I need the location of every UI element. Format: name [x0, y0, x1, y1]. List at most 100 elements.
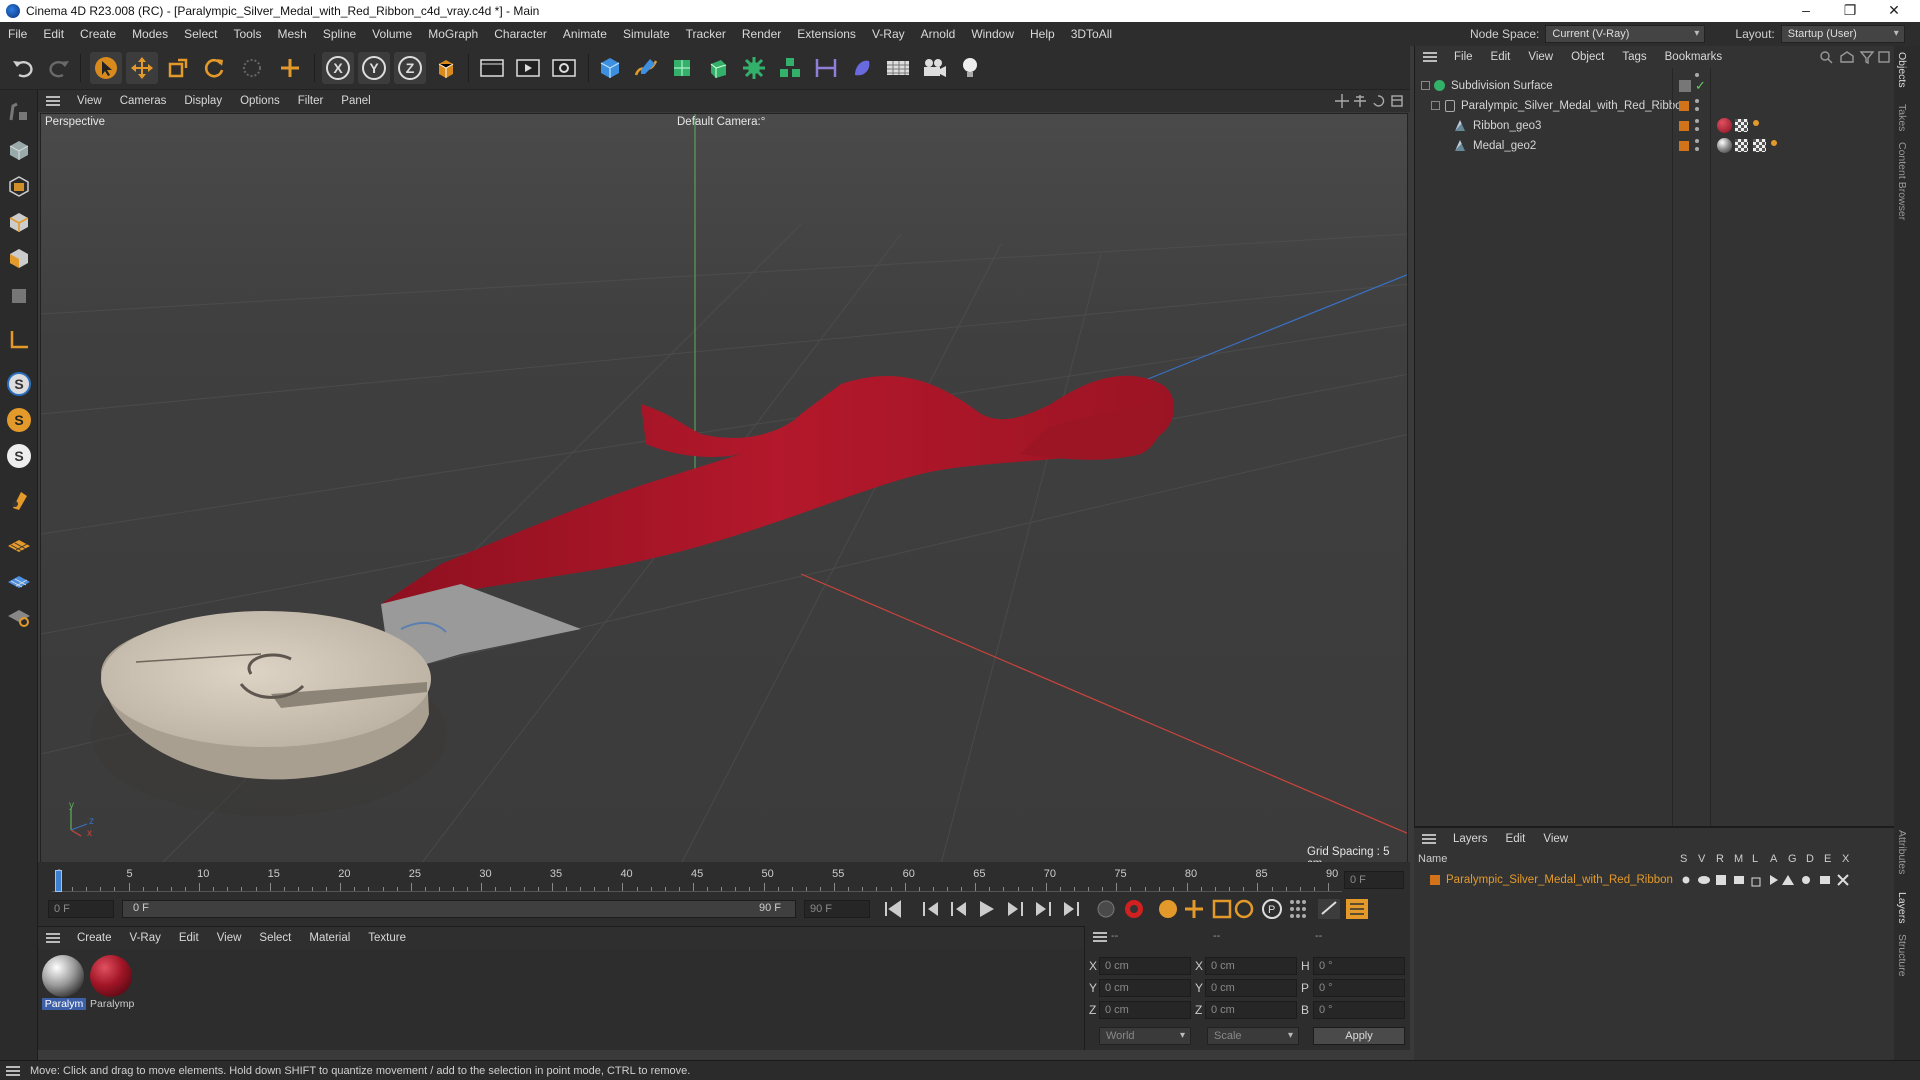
menu-extensions[interactable]: Extensions	[789, 27, 864, 41]
viewport-menu-icon[interactable]	[46, 96, 60, 106]
pen-icon[interactable]	[630, 52, 662, 84]
end-frame-field[interactable]: 90 F	[804, 900, 870, 918]
menu-create[interactable]: Create	[72, 27, 124, 41]
coordinate-system-icon[interactable]	[430, 52, 462, 84]
floor-icon[interactable]	[882, 52, 914, 84]
current-frame-field[interactable]: 0 F	[1344, 871, 1404, 889]
menu-spline[interactable]: Spline	[315, 27, 364, 41]
menu-select[interactable]: Select	[176, 27, 225, 41]
close-button[interactable]: ✕	[1872, 0, 1916, 22]
menu-mesh[interactable]: Mesh	[269, 27, 314, 41]
select-cursor-icon[interactable]	[90, 52, 122, 84]
vp-menu-options[interactable]: Options	[231, 95, 289, 107]
points-mode-icon[interactable]	[3, 170, 35, 202]
menu-character[interactable]: Character	[486, 27, 555, 41]
layer-menu-layers[interactable]: Layers	[1444, 833, 1497, 845]
menu-3dtoall[interactable]: 3DToAll	[1063, 27, 1120, 41]
material-swatch[interactable]: Paralymp	[90, 955, 134, 1015]
material-swatch[interactable]: Paralym	[42, 955, 86, 1015]
layer-menu-edit[interactable]: Edit	[1497, 833, 1535, 845]
object-row[interactable]: Paralympic_Silver_Medal_with_Red_Ribbon	[1415, 96, 1895, 116]
snap-s2-icon[interactable]: S	[3, 404, 35, 436]
layout-dropdown[interactable]: Startup (User)	[1780, 25, 1905, 43]
pos-y-field[interactable]: 0 cm	[1099, 979, 1191, 997]
material-menu-icon[interactable]	[46, 933, 60, 943]
tab-structure[interactable]: Structure	[1896, 934, 1908, 977]
cube-icon[interactable]	[594, 52, 626, 84]
y-axis-icon[interactable]: Y	[358, 52, 390, 84]
tab-objects[interactable]: Objects	[1896, 52, 1908, 88]
model-mode-icon[interactable]	[3, 96, 35, 128]
menu-edit[interactable]: Edit	[35, 27, 72, 41]
menu-file[interactable]: File	[0, 27, 35, 41]
magnet-icon[interactable]	[3, 484, 35, 516]
redo-icon[interactable]	[42, 52, 74, 84]
enabled-check-icon[interactable]: ✓	[1695, 76, 1706, 96]
menu-arnold[interactable]: Arnold	[913, 27, 964, 41]
menu-help[interactable]: Help	[1022, 27, 1063, 41]
menu-tools[interactable]: Tools	[225, 27, 269, 41]
expand-toggle[interactable]	[1431, 101, 1440, 110]
obj-menu-object[interactable]: Object	[1562, 51, 1613, 63]
mat-menu-create[interactable]: Create	[68, 932, 121, 944]
vp-menu-cameras[interactable]: Cameras	[111, 95, 176, 107]
mat-menu-select[interactable]: Select	[250, 932, 300, 944]
polygons-mode-icon[interactable]	[3, 242, 35, 274]
render-settings-icon[interactable]	[548, 52, 580, 84]
x-axis-icon[interactable]: X	[322, 52, 354, 84]
vray-tag-icon[interactable]	[1753, 139, 1766, 152]
move-icon[interactable]	[126, 52, 158, 84]
expand-toggle[interactable]	[1421, 81, 1430, 90]
vp-menu-panel[interactable]: Panel	[332, 95, 379, 107]
mat-menu-texture[interactable]: Texture	[359, 932, 415, 944]
status-menu-icon[interactable]	[6, 1065, 20, 1076]
mat-menu-edit[interactable]: Edit	[170, 932, 208, 944]
size-z-field[interactable]: 0 cm	[1205, 1001, 1297, 1019]
layer-color-swatch[interactable]	[1430, 875, 1440, 885]
minimize-button[interactable]: –	[1784, 0, 1828, 22]
timeline-playhead[interactable]	[55, 870, 62, 892]
extrude-icon[interactable]	[702, 52, 734, 84]
texture-tag-icon[interactable]	[1771, 140, 1777, 146]
obj-menu-tags[interactable]: Tags	[1613, 51, 1655, 63]
material-tag-icon[interactable]	[1717, 118, 1732, 133]
vray-tag-icon[interactable]	[1735, 119, 1748, 132]
apply-button[interactable]: Apply	[1313, 1027, 1405, 1045]
texture-mode-icon[interactable]	[3, 134, 35, 166]
viewport-nav-icons[interactable]	[1334, 93, 1406, 109]
menu-vray[interactable]: V-Ray	[864, 27, 913, 41]
size-y-field[interactable]: 0 cm	[1205, 979, 1297, 997]
timeline-ruler[interactable]: 051015202530354045505560657075808590	[52, 868, 1342, 892]
frame-range-slider[interactable]: 0 F 90 F	[122, 900, 796, 918]
coords-menu-icon[interactable]	[1093, 932, 1107, 942]
render-view-icon[interactable]	[476, 52, 508, 84]
snap-s3-icon[interactable]: S	[3, 440, 35, 472]
edges-mode-icon[interactable]	[3, 206, 35, 238]
snap-s-icon[interactable]: S	[3, 368, 35, 400]
search-icon[interactable]	[1819, 50, 1891, 64]
rot-h-field[interactable]: 0 °	[1313, 957, 1405, 975]
axis-icon[interactable]	[3, 324, 35, 356]
object-row[interactable]: Subdivision Surface ✓	[1415, 73, 1895, 96]
layer-menu-view[interactable]: View	[1534, 833, 1577, 845]
coord-mode-dropdown[interactable]: Scale	[1207, 1027, 1299, 1045]
vp-menu-filter[interactable]: Filter	[289, 95, 333, 107]
measure-icon[interactable]	[810, 52, 842, 84]
coord-system-dropdown[interactable]: World	[1099, 1027, 1191, 1045]
light-icon[interactable]	[954, 52, 986, 84]
pos-z-field[interactable]: 0 cm	[1099, 1001, 1191, 1019]
rot-b-field[interactable]: 0 °	[1313, 1001, 1405, 1019]
obj-menu-edit[interactable]: Edit	[1482, 51, 1520, 63]
mograph-icon[interactable]	[774, 52, 806, 84]
undo-icon[interactable]	[8, 52, 40, 84]
move-tool-icon[interactable]	[274, 52, 306, 84]
menu-simulate[interactable]: Simulate	[615, 27, 678, 41]
texture-tag-icon[interactable]	[1753, 120, 1759, 126]
menu-render[interactable]: Render	[734, 27, 789, 41]
object-menu-icon[interactable]	[1423, 52, 1437, 62]
material-tag-icon[interactable]	[1717, 138, 1732, 153]
size-x-field[interactable]: 0 cm	[1205, 957, 1297, 975]
tab-takes[interactable]: Takes	[1896, 104, 1908, 131]
menu-modes[interactable]: Modes	[124, 27, 176, 41]
workplane-icon[interactable]	[3, 564, 35, 596]
